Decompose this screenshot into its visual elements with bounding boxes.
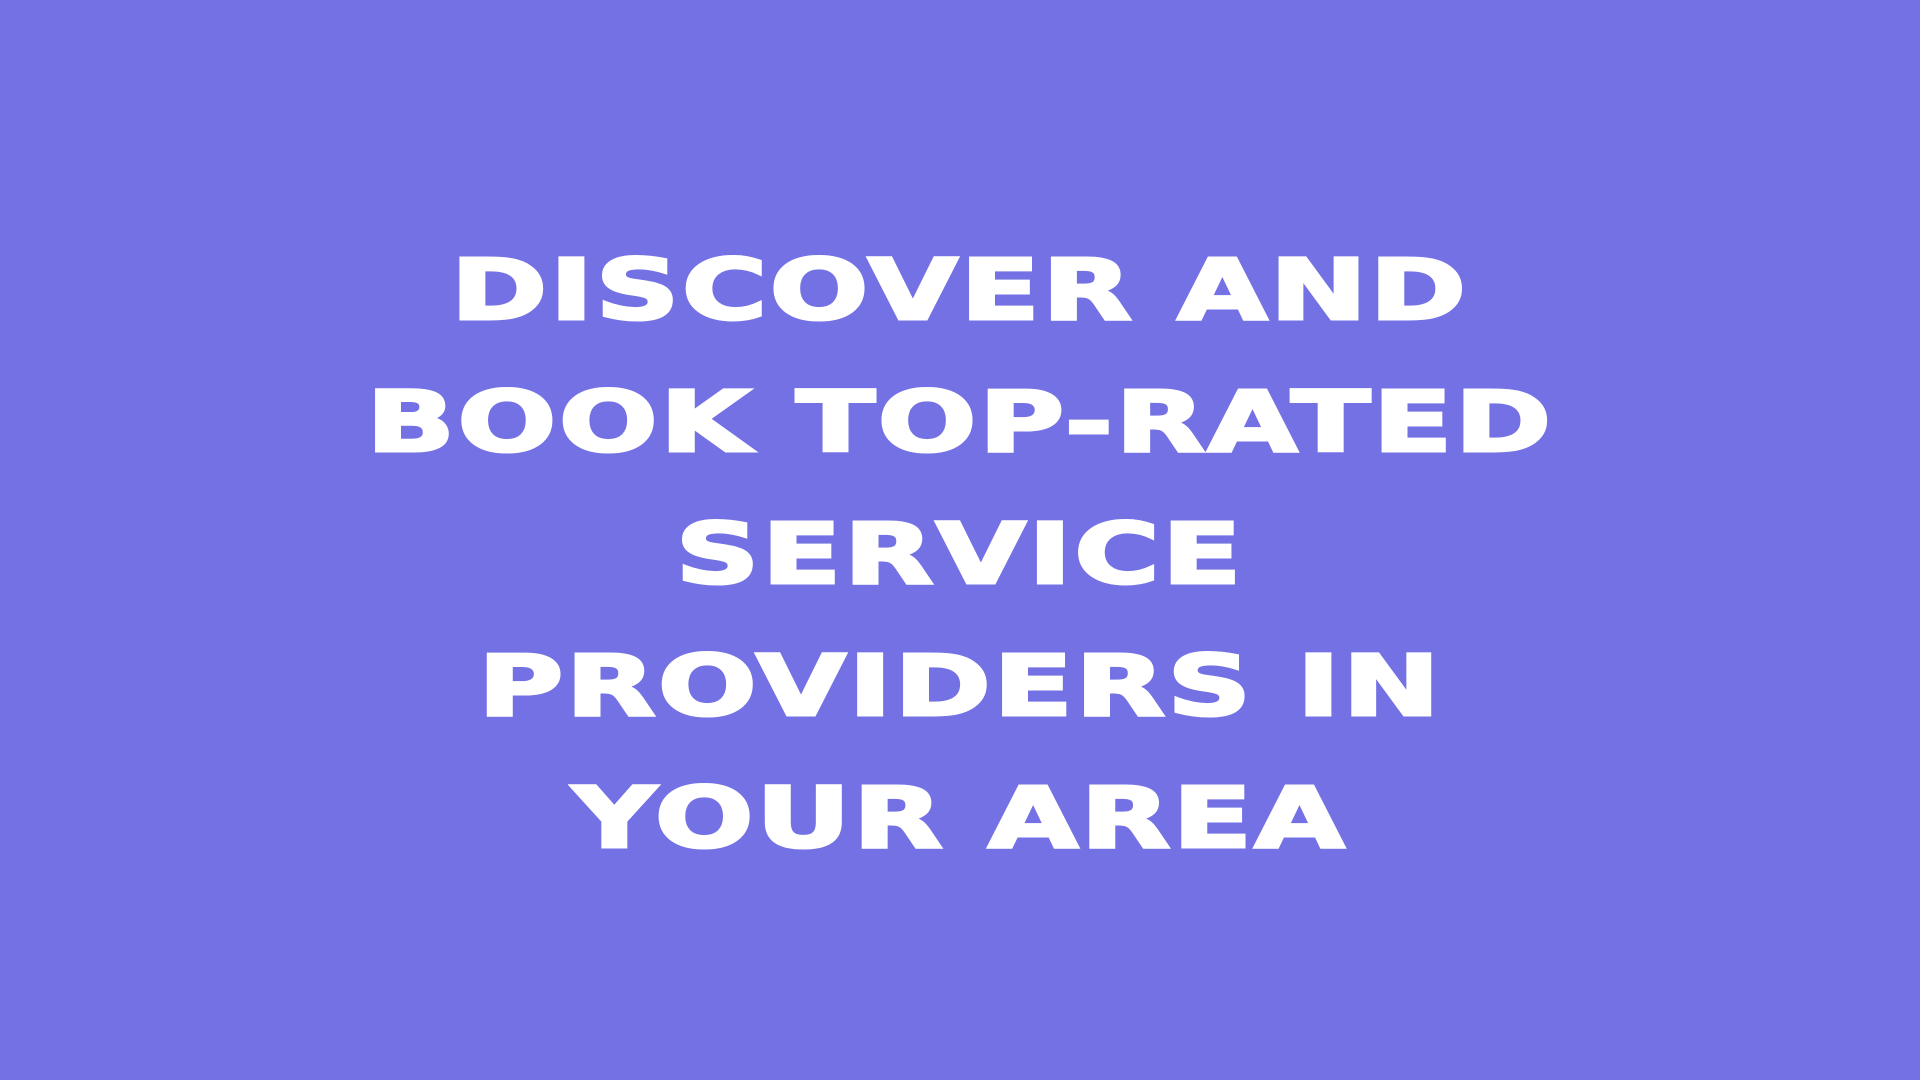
headline-line-1: DISCOVER AND bbox=[449, 240, 1469, 341]
headline-line-4: PROVIDERS IN bbox=[476, 636, 1443, 737]
headline-line-3: SERVICE bbox=[674, 504, 1245, 605]
headline: DISCOVER AND BOOK TOP-RATED SERVICE PROV… bbox=[0, 224, 1920, 884]
headline-line-2: BOOK TOP-RATED bbox=[364, 372, 1554, 473]
headline-line-5: YOUR AREA bbox=[571, 768, 1348, 869]
hero-banner: DISCOVER AND BOOK TOP-RATED SERVICE PROV… bbox=[0, 0, 1920, 1080]
